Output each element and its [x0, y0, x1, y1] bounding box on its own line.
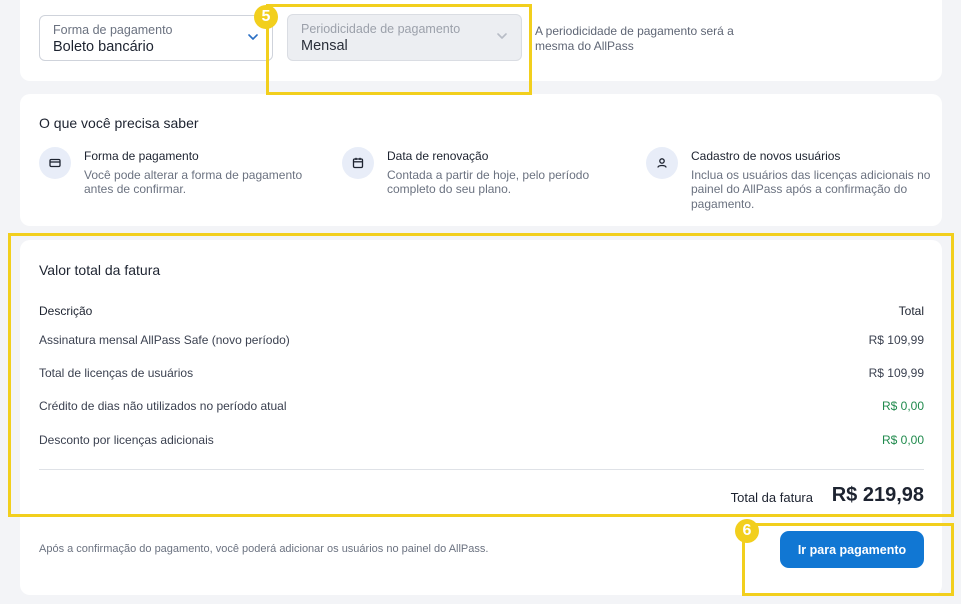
info-card: O que você precisa saber Forma de pagame… [20, 94, 942, 226]
user-icon [646, 147, 678, 179]
payment-period-note: A periodicidade de pagamento será a mesm… [535, 24, 734, 53]
info-title: O que você precisa saber [39, 115, 199, 131]
footer-note: Após a confirmação do pagamento, você po… [39, 543, 489, 555]
tutorial-highlight-period [266, 4, 532, 95]
calendar-icon [342, 147, 374, 179]
info-item-title: Data de renovação [387, 149, 489, 163]
tutorial-highlight-pay-button [742, 523, 954, 596]
tutorial-step-badge: 6 [735, 519, 759, 543]
tutorial-step-badge: 5 [254, 5, 278, 29]
info-item-title: Forma de pagamento [84, 149, 199, 163]
info-item-desc: Contada a partir de hoje, pelo período c… [387, 168, 590, 197]
payment-method-label: Forma de pagamento [53, 23, 173, 37]
info-item-desc: Você pode alterar a forma de pagamento a… [84, 168, 303, 197]
payment-method-value: Boleto bancário [53, 39, 154, 55]
chevron-down-icon [248, 34, 258, 40]
tutorial-highlight-invoice [8, 233, 954, 517]
payment-method-select[interactable]: Forma de pagamento Boleto bancário [39, 15, 273, 61]
credit-card-icon [39, 147, 71, 179]
info-item-title: Cadastro de novos usuários [691, 149, 841, 163]
info-item-desc: Inclua os usuários das licenças adiciona… [691, 168, 931, 211]
